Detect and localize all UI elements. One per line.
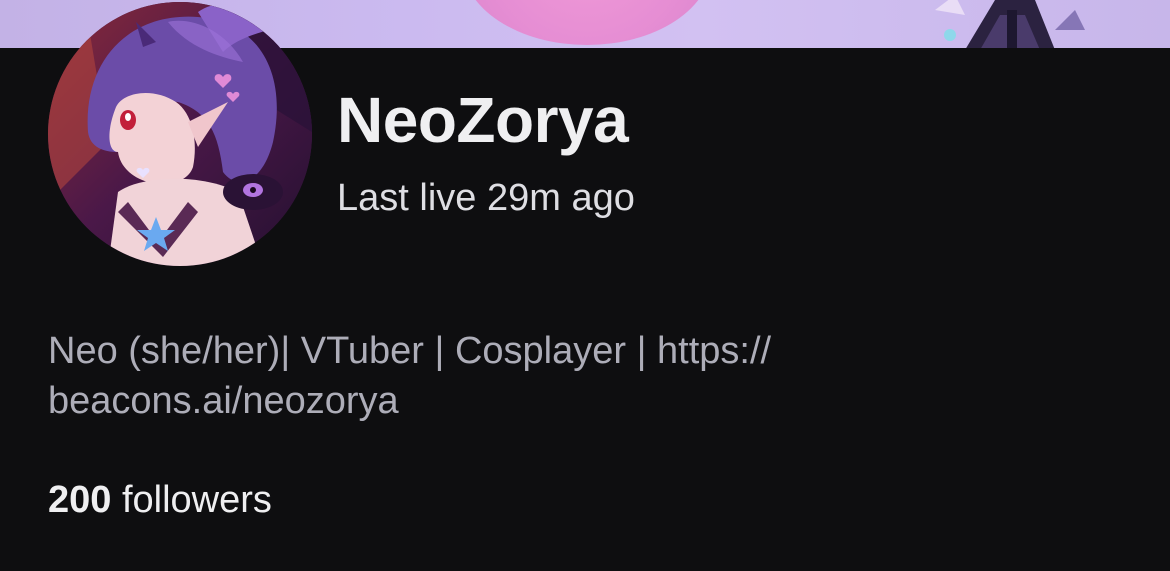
channel-profile-page: NeoZorya Last live 29m ago Neo (she/her)… — [0, 0, 1170, 571]
followers-label: followers — [121, 479, 272, 521]
channel-avatar[interactable] — [48, 2, 312, 266]
channel-name: NeoZorya — [337, 84, 629, 156]
bio-line[interactable]: Neo (she/her)| VTuber | Cosplayer | http… — [48, 326, 948, 376]
banner-character-illustration — [935, 0, 1085, 48]
followers-count: 200 followers — [48, 476, 272, 524]
last-live-status: Last live 29m ago — [337, 177, 635, 219]
channel-bio: Neo (she/her)| VTuber | Cosplayer | http… — [48, 326, 948, 426]
avatar-image — [48, 2, 312, 266]
bio-line[interactable]: beacons.ai/neozorya — [48, 376, 948, 426]
banner-orb — [462, 0, 712, 45]
followers-number: 200 — [48, 479, 112, 521]
